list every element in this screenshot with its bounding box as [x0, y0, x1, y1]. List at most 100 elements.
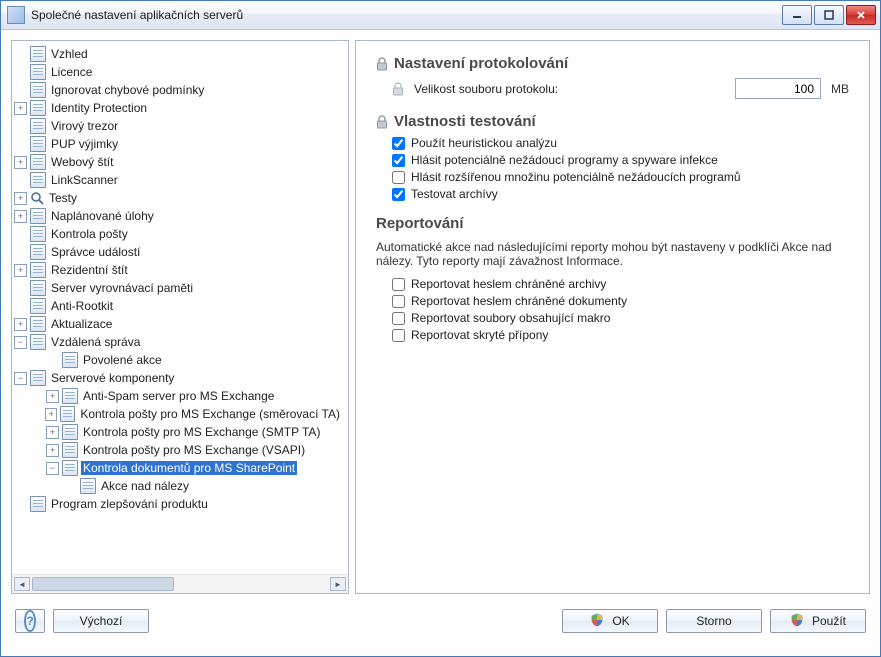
- page-icon: [30, 46, 46, 62]
- tree-item[interactable]: Server vyrovnávací paměti: [14, 279, 348, 297]
- title-bar: Společné nastavení aplikačních serverů: [1, 1, 880, 30]
- defaults-button[interactable]: Výchozí: [53, 609, 149, 633]
- tree-item[interactable]: Virový trezor: [14, 117, 348, 135]
- tree-item[interactable]: Vzhled: [14, 45, 348, 63]
- tree-item[interactable]: Kontrola pošty: [14, 225, 348, 243]
- settings-window: Společné nastavení aplikačních serverů V…: [0, 0, 881, 657]
- expand-icon[interactable]: +: [46, 426, 59, 439]
- tree-item[interactable]: +Rezidentní štít: [14, 261, 348, 279]
- log-file-size-row: Velikost souboru protokolu: MB: [376, 78, 849, 99]
- tree-item[interactable]: +Kontrola pošty pro MS Exchange (SMTP TA…: [32, 423, 348, 441]
- ok-button-label: OK: [612, 614, 629, 628]
- tree-item-label: Aktualizace: [49, 317, 114, 331]
- tree-item[interactable]: +Webový štít: [14, 153, 348, 171]
- tree-item-label: Program zlepšování produktu: [49, 497, 210, 511]
- collapse-icon[interactable]: −: [14, 372, 27, 385]
- tree-item-label: Virový trezor: [49, 119, 120, 133]
- scroll-right-arrow-icon[interactable]: ►: [330, 577, 346, 591]
- reporting-checkbox[interactable]: [392, 312, 405, 325]
- tree-item[interactable]: Program zlepšování produktu: [14, 495, 348, 513]
- test-prop-option[interactable]: Hlásit potenciálně nežádoucí programy a …: [392, 153, 849, 167]
- tree-item[interactable]: Licence: [14, 63, 348, 81]
- test-prop-checkbox[interactable]: [392, 188, 405, 201]
- content-body: VzhledLicenceIgnorovat chybové podmínky+…: [1, 30, 880, 598]
- test-prop-label: Použít heuristickou analýzu: [411, 136, 557, 150]
- test-prop-checkbox[interactable]: [392, 171, 405, 184]
- tree-item-label: Licence: [49, 65, 94, 79]
- test-prop-checkbox[interactable]: [392, 137, 405, 150]
- tree-item[interactable]: −Kontrola dokumentů pro MS SharePoint: [32, 459, 348, 477]
- tree-item[interactable]: PUP výjimky: [14, 135, 348, 153]
- collapse-icon[interactable]: −: [14, 336, 27, 349]
- reporting-option[interactable]: Reportovat heslem chráněné dokumenty: [392, 294, 849, 308]
- tree-item[interactable]: Anti-Rootkit: [14, 297, 348, 315]
- apply-button-label: Použít: [812, 614, 846, 628]
- page-icon: [30, 82, 46, 98]
- reporting-option[interactable]: Reportovat heslem chráněné archivy: [392, 277, 849, 291]
- expand-icon[interactable]: +: [14, 318, 27, 331]
- tree-item[interactable]: + Kontrola pošty pro MS Exchange (směrova…: [32, 405, 348, 423]
- help-button[interactable]: ?: [15, 609, 45, 633]
- tree-item[interactable]: + Aktualizace: [14, 315, 348, 333]
- apply-button[interactable]: Použít: [770, 609, 866, 633]
- lock-icon: [376, 57, 388, 71]
- reporting-option[interactable]: Reportovat skryté přípony: [392, 328, 849, 342]
- reporting-checkbox[interactable]: [392, 278, 405, 291]
- section-reporting: Reportování Automatické akce nad následu…: [376, 215, 849, 342]
- maximize-button[interactable]: [814, 5, 844, 25]
- scroll-left-arrow-icon[interactable]: ◄: [14, 577, 30, 591]
- expand-icon[interactable]: +: [14, 264, 27, 277]
- tree-indent: [14, 138, 27, 151]
- window-title: Společné nastavení aplikačních serverů: [31, 8, 782, 22]
- section-test-properties-title: Vlastnosti testování: [394, 113, 536, 130]
- tree-item[interactable]: −Serverové komponenty: [14, 369, 348, 387]
- test-prop-label: Testovat archívy: [411, 187, 498, 201]
- cancel-button[interactable]: Storno: [666, 609, 762, 633]
- minimize-button[interactable]: [782, 5, 812, 25]
- expand-icon[interactable]: +: [14, 102, 27, 115]
- magnifier-icon: [30, 191, 44, 205]
- test-prop-option[interactable]: Použít heuristickou analýzu: [392, 136, 849, 150]
- tree-item[interactable]: LinkScanner: [14, 171, 348, 189]
- tree-item[interactable]: +Naplánované úlohy: [14, 207, 348, 225]
- close-button[interactable]: [846, 5, 876, 25]
- reporting-checkbox[interactable]: [392, 329, 405, 342]
- scroll-thumb[interactable]: [32, 577, 174, 591]
- tree-item-label: Kontrola pošty pro MS Exchange (směrovac…: [78, 407, 342, 421]
- expand-icon[interactable]: +: [46, 390, 59, 403]
- expand-icon[interactable]: +: [14, 192, 27, 205]
- reporting-checkbox[interactable]: [392, 295, 405, 308]
- test-prop-option[interactable]: Hlásit rozšířenou množinu potenciálně ne…: [392, 170, 849, 184]
- tree-item[interactable]: Akce nad nálezy: [50, 477, 348, 495]
- page-icon: [30, 64, 46, 80]
- tree-item[interactable]: +Anti-Spam server pro MS Exchange: [32, 387, 348, 405]
- page-icon: [30, 226, 46, 242]
- tree-indent: [14, 48, 27, 61]
- tree-item[interactable]: +Testy: [14, 189, 348, 207]
- section-test-properties: Vlastnosti testování Použít heuristickou…: [376, 113, 849, 201]
- expand-icon[interactable]: +: [14, 156, 27, 169]
- tree-indent: [14, 84, 27, 97]
- test-prop-checkbox[interactable]: [392, 154, 405, 167]
- app-icon: [7, 6, 25, 24]
- test-prop-option[interactable]: Testovat archívy: [392, 187, 849, 201]
- reporting-label: Reportovat soubory obsahující makro: [411, 311, 610, 325]
- tree-item[interactable]: −Vzdálená správa: [14, 333, 348, 351]
- tree-item[interactable]: Ignorovat chybové podmínky: [14, 81, 348, 99]
- expand-icon[interactable]: +: [46, 444, 59, 457]
- tree-indent: [14, 228, 27, 241]
- nav-tree: VzhledLicenceIgnorovat chybové podmínky+…: [14, 45, 348, 513]
- reporting-option[interactable]: Reportovat soubory obsahující makro: [392, 311, 849, 325]
- tree-item[interactable]: Správce událostí: [14, 243, 348, 261]
- tree-item[interactable]: +Identity Protection: [14, 99, 348, 117]
- nav-tree-scroll[interactable]: VzhledLicenceIgnorovat chybové podmínky+…: [12, 41, 348, 574]
- tree-item[interactable]: Povolené akce: [32, 351, 348, 369]
- tree-item-label: Akce nad nálezy: [99, 479, 191, 493]
- log-file-size-input[interactable]: [735, 78, 821, 99]
- expand-icon[interactable]: +: [45, 408, 57, 421]
- tree-item[interactable]: +Kontrola pošty pro MS Exchange (VSAPI): [32, 441, 348, 459]
- collapse-icon[interactable]: −: [46, 462, 59, 475]
- expand-icon[interactable]: +: [14, 210, 27, 223]
- nav-tree-hscrollbar[interactable]: ◄ ►: [12, 574, 348, 593]
- ok-button[interactable]: OK: [562, 609, 658, 633]
